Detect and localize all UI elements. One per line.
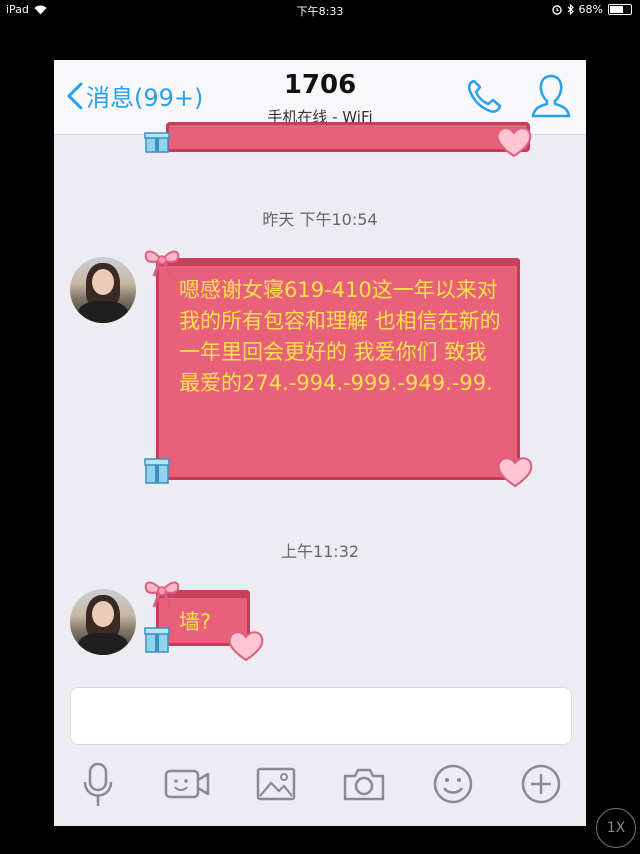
input-toolbar: [54, 760, 586, 810]
previous-message-bubble: [166, 122, 530, 152]
chat-screen: 消息(99+) 1706 手机在线 - WiFi 昨天 下午10:54 嗯感谢女…: [54, 60, 586, 826]
zoom-button[interactable]: 1X: [596, 808, 636, 848]
heart-icon: [497, 457, 533, 488]
alarm-icon: [551, 4, 562, 15]
phone-icon[interactable]: [464, 76, 504, 116]
video-call-icon[interactable]: [164, 766, 210, 802]
avatar[interactable]: [70, 589, 136, 655]
message-bubble[interactable]: 嗯感谢女寝619-410这一年以来对我的所有包容和理解 也相信在新的一年里回会更…: [156, 258, 520, 480]
chat-title: 1706: [283, 70, 357, 100]
contact-profile-icon[interactable]: [530, 72, 572, 120]
message-text: 嗯感谢女寝619-410这一年以来对我的所有包容和理解 也相信在新的一年里回会更…: [179, 278, 501, 395]
camera-icon[interactable]: [342, 766, 386, 802]
status-bar: iPad 下午8:33 68%: [0, 0, 640, 20]
bow-icon: [144, 250, 180, 277]
bow-icon: [144, 581, 180, 608]
image-icon[interactable]: [256, 766, 296, 802]
gift-box-icon: [144, 627, 170, 653]
message-text: 墙?: [179, 610, 212, 634]
gift-box-icon: [144, 458, 170, 484]
message-input[interactable]: [70, 687, 572, 745]
heart-icon: [228, 631, 264, 662]
gift-box-icon: [144, 132, 170, 153]
microphone-icon[interactable]: [80, 760, 116, 810]
avatar[interactable]: [70, 257, 136, 323]
status-time: 下午8:33: [296, 5, 344, 18]
battery-percent: 68%: [578, 3, 603, 16]
emoji-icon[interactable]: [432, 763, 474, 805]
message-timestamp: 昨天 下午10:54: [262, 210, 378, 229]
bluetooth-icon: [567, 4, 574, 15]
heart-icon: [496, 127, 532, 158]
plus-icon[interactable]: [520, 763, 562, 805]
battery-icon: [608, 4, 632, 15]
message-timestamp: 上午11:32: [280, 542, 360, 561]
